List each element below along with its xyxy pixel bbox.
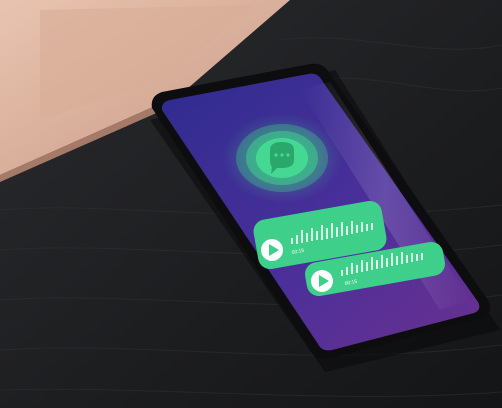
- chat-bubble-icon: [222, 113, 342, 203]
- photo-scene: 00:15 00:15: [0, 0, 502, 408]
